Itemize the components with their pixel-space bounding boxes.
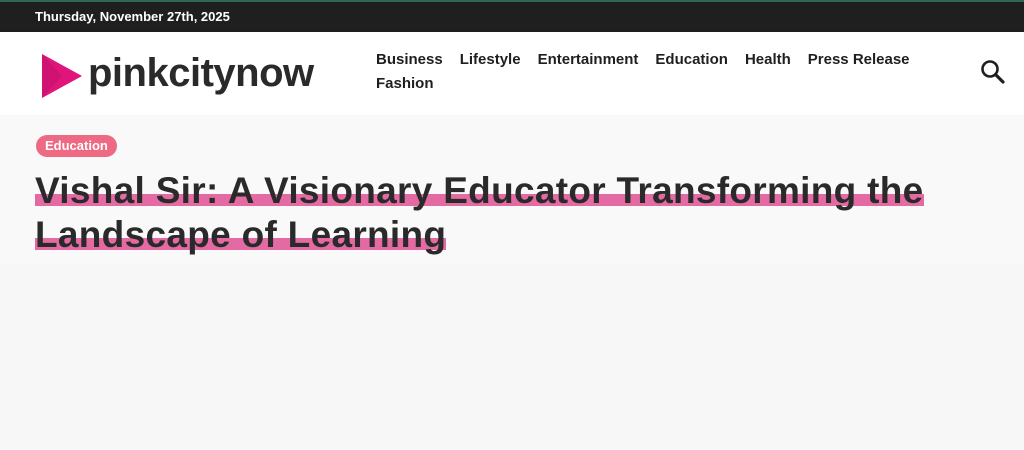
article-title: Vishal Sir: A Visionary Educator Transfo… [35,169,975,257]
nav-entertainment[interactable]: Entertainment [538,49,639,70]
play-triangle-icon [42,54,82,98]
current-date: Thursday, November 27th, 2025 [35,9,230,24]
category-badge[interactable]: Education [36,135,117,157]
logo-text: pinkcitynow [88,51,314,95]
nav-education[interactable]: Education [655,49,728,70]
search-button[interactable] [979,58,1007,86]
article-header: Education Vishal Sir: A Visionary Educat… [0,115,1024,265]
site-header: pinkcitynow Business Lifestyle Entertain… [0,32,1024,115]
nav-fashion[interactable]: Fashion [376,73,434,94]
main-nav: Business Lifestyle Entertainment Educati… [376,49,936,94]
nav-press-release[interactable]: Press Release [808,49,910,70]
nav-health[interactable]: Health [745,49,791,70]
site-logo[interactable]: pinkcitynow [40,51,350,101]
search-icon [981,60,1005,84]
nav-business[interactable]: Business [376,49,443,70]
article-title-text: Vishal Sir: A Visionary Educator Transfo… [35,170,924,255]
nav-lifestyle[interactable]: Lifestyle [460,49,521,70]
top-bar: Thursday, November 27th, 2025 [0,0,1024,32]
